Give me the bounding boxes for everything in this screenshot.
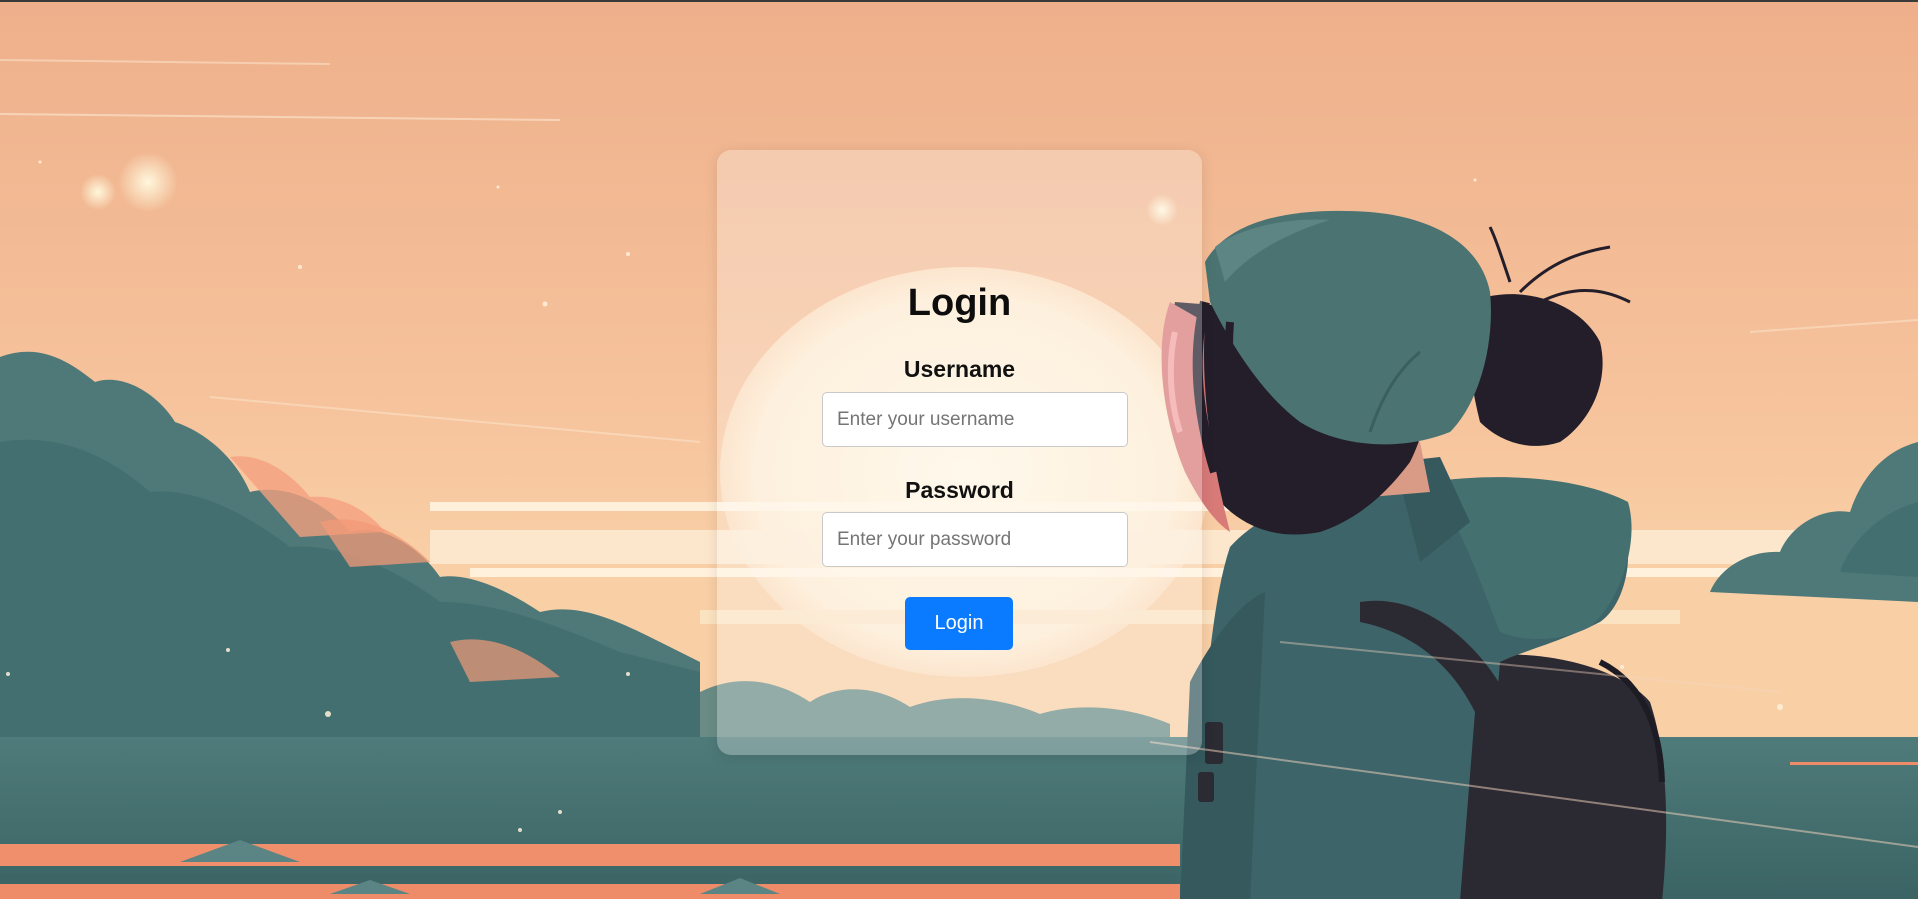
username-label: Username <box>903 356 1016 382</box>
password-input[interactable] <box>822 512 1128 567</box>
login-form-card: Login Username Password Login <box>717 150 1202 755</box>
password-label: Password <box>905 477 1014 503</box>
login-title: Login <box>907 282 1012 324</box>
login-page: Login Username Password Login <box>0 0 1918 899</box>
login-button[interactable]: Login <box>905 597 1013 650</box>
username-input[interactable] <box>822 392 1128 447</box>
